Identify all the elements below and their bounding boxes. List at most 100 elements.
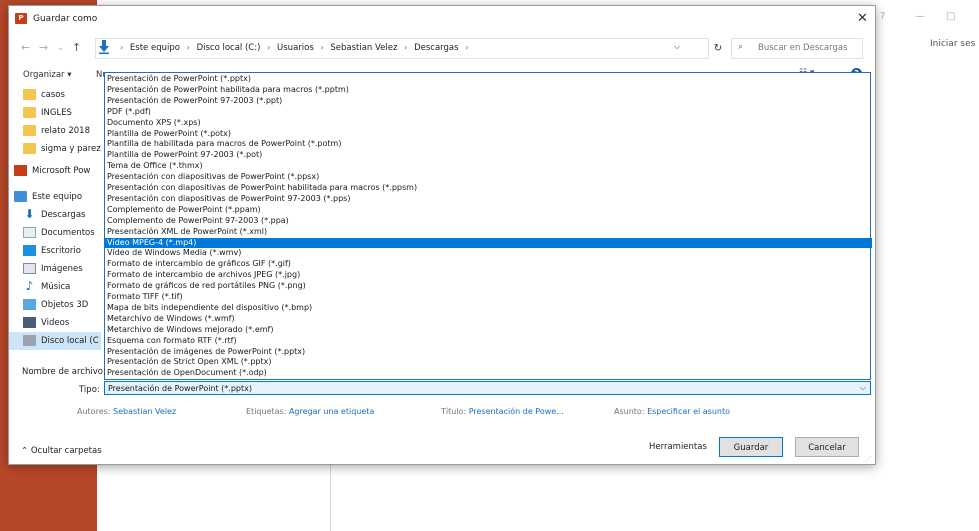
- authors-value[interactable]: Sebastian Velez: [113, 407, 176, 416]
- disk-icon: [23, 335, 36, 346]
- folder-icon: [23, 107, 36, 118]
- nav-item-disco-local[interactable]: Disco local (C: [9, 332, 101, 350]
- nav-item-relato[interactable]: relato 2018: [9, 122, 101, 140]
- breadcrumb-item[interactable]: Este equipo: [130, 43, 180, 53]
- close-icon[interactable]: ✕: [857, 11, 868, 26]
- hide-folders-label: Ocultar carpetas: [30, 446, 102, 456]
- authors-label: Autores:: [77, 407, 111, 416]
- file-type-option[interactable]: Vídeo MPEG-4 (*.mp4): [105, 237, 872, 249]
- nav-item-objetos-3d[interactable]: Objetos 3D: [9, 296, 101, 314]
- chevron-down-icon[interactable]: ⌵: [674, 42, 680, 52]
- breadcrumb-item[interactable]: Disco local (C:): [197, 43, 261, 53]
- type-label: Tipo:: [79, 385, 100, 395]
- nav-item-videos[interactable]: Videos: [9, 314, 101, 332]
- nav-item-documentos[interactable]: Documentos: [9, 224, 101, 242]
- file-type-option[interactable]: Presentación de Strict Open XML (*.pptx): [105, 357, 872, 368]
- organize-button[interactable]: Organizar ▾: [23, 70, 72, 80]
- nav-item-musica[interactable]: ♪ Música: [9, 278, 101, 296]
- resize-grip-icon[interactable]: ⋰: [865, 455, 872, 463]
- video-icon: [23, 317, 36, 328]
- file-type-option[interactable]: Presentación con diapositivas de PowerPo…: [105, 183, 872, 194]
- file-type-option[interactable]: Presentación de PowerPoint (*.pptx): [105, 74, 872, 85]
- up-arrow-icon[interactable]: ↑: [72, 41, 81, 54]
- nav-item-label: Videos: [41, 318, 70, 328]
- breadcrumb-item[interactable]: Sebastian Velez: [330, 43, 397, 53]
- tools-button[interactable]: Herramientas ▾: [649, 442, 724, 452]
- dialog-titlebar: P Guardar como ✕: [9, 6, 875, 32]
- file-type-option[interactable]: Vídeo de Windows Media (*.wmv): [105, 248, 872, 259]
- desktop-icon: [23, 245, 36, 256]
- file-type-option[interactable]: Presentación con diapositivas de PowerPo…: [105, 172, 872, 183]
- nav-item-label: casos: [41, 90, 65, 100]
- nav-item-microsoft-powerpoint[interactable]: Microsoft Pow: [9, 162, 101, 180]
- file-type-option[interactable]: Presentación con diapositivas de PowerPo…: [105, 194, 872, 205]
- file-type-option[interactable]: Plantilla de PowerPoint (*.potx): [105, 129, 872, 140]
- file-type-option[interactable]: Esquema con formato RTF (*.rtf): [105, 336, 872, 347]
- file-type-option[interactable]: Presentación de PowerPoint habilitada pa…: [105, 85, 872, 96]
- minimize-icon[interactable]: —: [915, 11, 925, 22]
- file-type-option[interactable]: Formato de intercambio de archivos JPEG …: [105, 270, 872, 281]
- file-type-option[interactable]: Plantilla de PowerPoint 97-2003 (*.pot): [105, 150, 872, 161]
- breadcrumb-item[interactable]: Descargas: [414, 43, 458, 53]
- folder-icon: [23, 125, 36, 136]
- search-input[interactable]: ⌕ Buscar en Descargas: [731, 38, 863, 59]
- nav-item-ingles[interactable]: INGLES: [9, 104, 101, 122]
- file-type-option[interactable]: Formato TIFF (*.tif): [105, 292, 872, 303]
- powerpoint-icon: P: [15, 13, 27, 24]
- back-arrow-icon[interactable]: ←: [21, 41, 30, 54]
- file-type-option[interactable]: Plantilla de habilitada para macros de P…: [105, 139, 872, 150]
- file-type-option[interactable]: Formato de gráficos de red portátiles PN…: [105, 281, 872, 292]
- file-type-option[interactable]: Presentación de PowerPoint 97-2003 (*.pp…: [105, 96, 872, 107]
- nav-item-casos[interactable]: casos: [9, 86, 101, 104]
- refresh-icon[interactable]: ↻: [707, 39, 729, 58]
- file-type-option[interactable]: Metarchivo de Windows (*.wmf): [105, 314, 872, 325]
- file-type-dropdown-list[interactable]: Presentación de PowerPoint (*.pptx) Prese…: [104, 72, 872, 380]
- nav-item-label: Objetos 3D: [41, 300, 89, 310]
- address-bar[interactable]: › Este equipo › Disco local (C:) › Usuar…: [95, 38, 709, 59]
- forward-arrow-icon[interactable]: →: [39, 41, 48, 54]
- tools-label: Herramientas: [649, 442, 707, 452]
- file-type-option[interactable]: Metarchivo de Windows mejorado (*.emf): [105, 325, 872, 336]
- nav-item-imagenes[interactable]: Imágenes: [9, 260, 101, 278]
- nav-item-escritorio[interactable]: Escritorio: [9, 242, 101, 260]
- title-value[interactable]: Presentación de Powe...: [469, 407, 564, 416]
- hide-folders-toggle[interactable]: ⌃ Ocultar carpetas: [21, 446, 102, 456]
- file-type-option[interactable]: Documento XPS (*.xps): [105, 118, 872, 129]
- subject-field: Asunto: Especificar el asunto: [614, 407, 730, 416]
- breadcrumb: › Este equipo › Disco local (C:) › Usuar…: [120, 43, 469, 53]
- file-type-option[interactable]: Presentación de OpenDocument (*.odp): [105, 368, 872, 379]
- nav-item-label: Escritorio: [41, 246, 81, 256]
- file-type-option[interactable]: Presentación XML de PowerPoint (*.xml): [105, 227, 872, 238]
- nav-item-este-equipo[interactable]: Este equipo: [9, 188, 101, 206]
- cancel-button[interactable]: Cancelar: [795, 437, 859, 457]
- help-glyph-icon[interactable]: ?: [880, 11, 885, 22]
- search-icon: ⌕: [738, 42, 744, 52]
- nav-item-sigma[interactable]: sigma y parez: [9, 140, 101, 158]
- window-controls: ? — □: [870, 0, 979, 36]
- powerpoint-icon: [14, 165, 27, 176]
- file-type-option[interactable]: Complemento de PowerPoint (*.ppam): [105, 205, 872, 216]
- download-arrow-icon: [99, 40, 109, 54]
- recent-chevron-icon[interactable]: ⌄: [57, 43, 64, 52]
- file-type-select[interactable]: Presentación de PowerPoint (*.pptx) ⌵: [104, 381, 871, 395]
- folder-icon: [23, 143, 36, 154]
- filename-label: Nombre de archivo:: [22, 367, 106, 377]
- subject-value[interactable]: Especificar el asunto: [647, 407, 730, 416]
- file-type-option[interactable]: Mapa de bits independiente del dispositi…: [105, 303, 872, 314]
- file-type-option[interactable]: Tema de Office (*.thmx): [105, 161, 872, 172]
- file-type-option[interactable]: Formato de intercambio de gráficos GIF (…: [105, 259, 872, 270]
- save-button[interactable]: Guardar: [719, 437, 783, 457]
- objects3d-icon: [23, 299, 36, 310]
- tags-value[interactable]: Agregar una etiqueta: [289, 407, 374, 416]
- file-type-option[interactable]: Presentación de imágenes de PowerPoint (…: [105, 347, 872, 358]
- breadcrumb-item[interactable]: Usuarios: [277, 43, 314, 53]
- nav-item-label: sigma y parez: [41, 144, 101, 154]
- file-type-option[interactable]: PDF (*.pdf): [105, 107, 872, 118]
- subject-label: Asunto:: [614, 407, 645, 416]
- signin-link[interactable]: Iniciar ses: [930, 39, 975, 49]
- nav-item-label: Descargas: [41, 210, 86, 220]
- restore-icon[interactable]: □: [946, 11, 955, 22]
- nav-item-descargas[interactable]: ⬇ Descargas: [9, 206, 101, 224]
- file-type-option[interactable]: Complemento de PowerPoint 97-2003 (*.ppa…: [105, 216, 872, 227]
- download-icon: ⬇: [24, 207, 35, 221]
